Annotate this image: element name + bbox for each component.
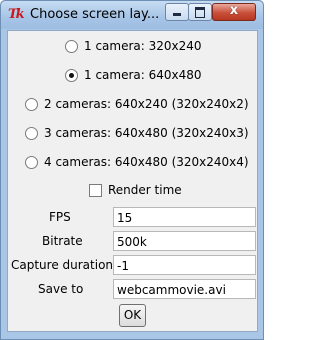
radio-button-selected[interactable]: [65, 68, 78, 82]
layout-option-1cam-640[interactable]: 1 camera: 640x480: [65, 66, 202, 84]
fps-label: FPS: [49, 210, 71, 224]
dialog-window: Tk Choose screen lay... x 1 camera: 320x…: [0, 0, 264, 340]
radio-button[interactable]: [65, 39, 78, 53]
ok-button[interactable]: OK: [119, 304, 146, 327]
layout-option-4cam[interactable]: 4 cameras: 640x480 (320x240x4): [25, 153, 249, 171]
layout-option-label: 1 camera: 320x240: [84, 39, 202, 53]
maximize-button[interactable]: [188, 3, 212, 21]
tk-app-icon: Tk: [8, 7, 25, 22]
minimize-icon: [173, 13, 181, 16]
layout-option-3cam[interactable]: 3 cameras: 640x480 (320x240x3): [25, 124, 249, 142]
window-title: Choose screen lay...: [30, 7, 160, 22]
bitrate-label: Bitrate: [42, 234, 83, 248]
capture-duration-input[interactable]: -1: [113, 255, 256, 275]
close-icon: x: [229, 3, 239, 18]
layout-option-label: 2 cameras: 640x240 (320x240x2): [44, 97, 249, 111]
radio-button[interactable]: [25, 97, 38, 111]
radio-button[interactable]: [25, 126, 38, 140]
minimize-button[interactable]: [165, 3, 189, 21]
layout-option-label: 3 cameras: 640x480 (320x240x3): [44, 126, 249, 140]
render-time-checkbox[interactable]: [89, 183, 102, 197]
layout-option-1cam-320[interactable]: 1 camera: 320x240: [65, 37, 202, 55]
bitrate-input[interactable]: 500k: [113, 231, 256, 251]
save-to-label: Save to: [38, 282, 84, 296]
maximize-icon: [195, 7, 205, 18]
title-bar[interactable]: Tk Choose screen lay... x: [1, 1, 263, 29]
dialog-content: 1 camera: 320x240 1 camera: 640x480 2 ca…: [7, 30, 258, 332]
capture-duration-label: Capture duration: [11, 258, 114, 272]
layout-option-label: 4 cameras: 640x480 (320x240x4): [44, 155, 249, 169]
fps-input[interactable]: 15: [113, 207, 256, 227]
radio-button[interactable]: [25, 155, 38, 169]
close-button[interactable]: x: [212, 3, 256, 21]
layout-option-label: 1 camera: 640x480: [84, 68, 202, 82]
render-time-checkbox-row[interactable]: Render time: [89, 181, 182, 199]
render-time-label: Render time: [108, 183, 182, 197]
layout-option-2cam[interactable]: 2 cameras: 640x240 (320x240x2): [25, 95, 249, 113]
save-to-input[interactable]: webcammovie.avi: [113, 279, 256, 299]
